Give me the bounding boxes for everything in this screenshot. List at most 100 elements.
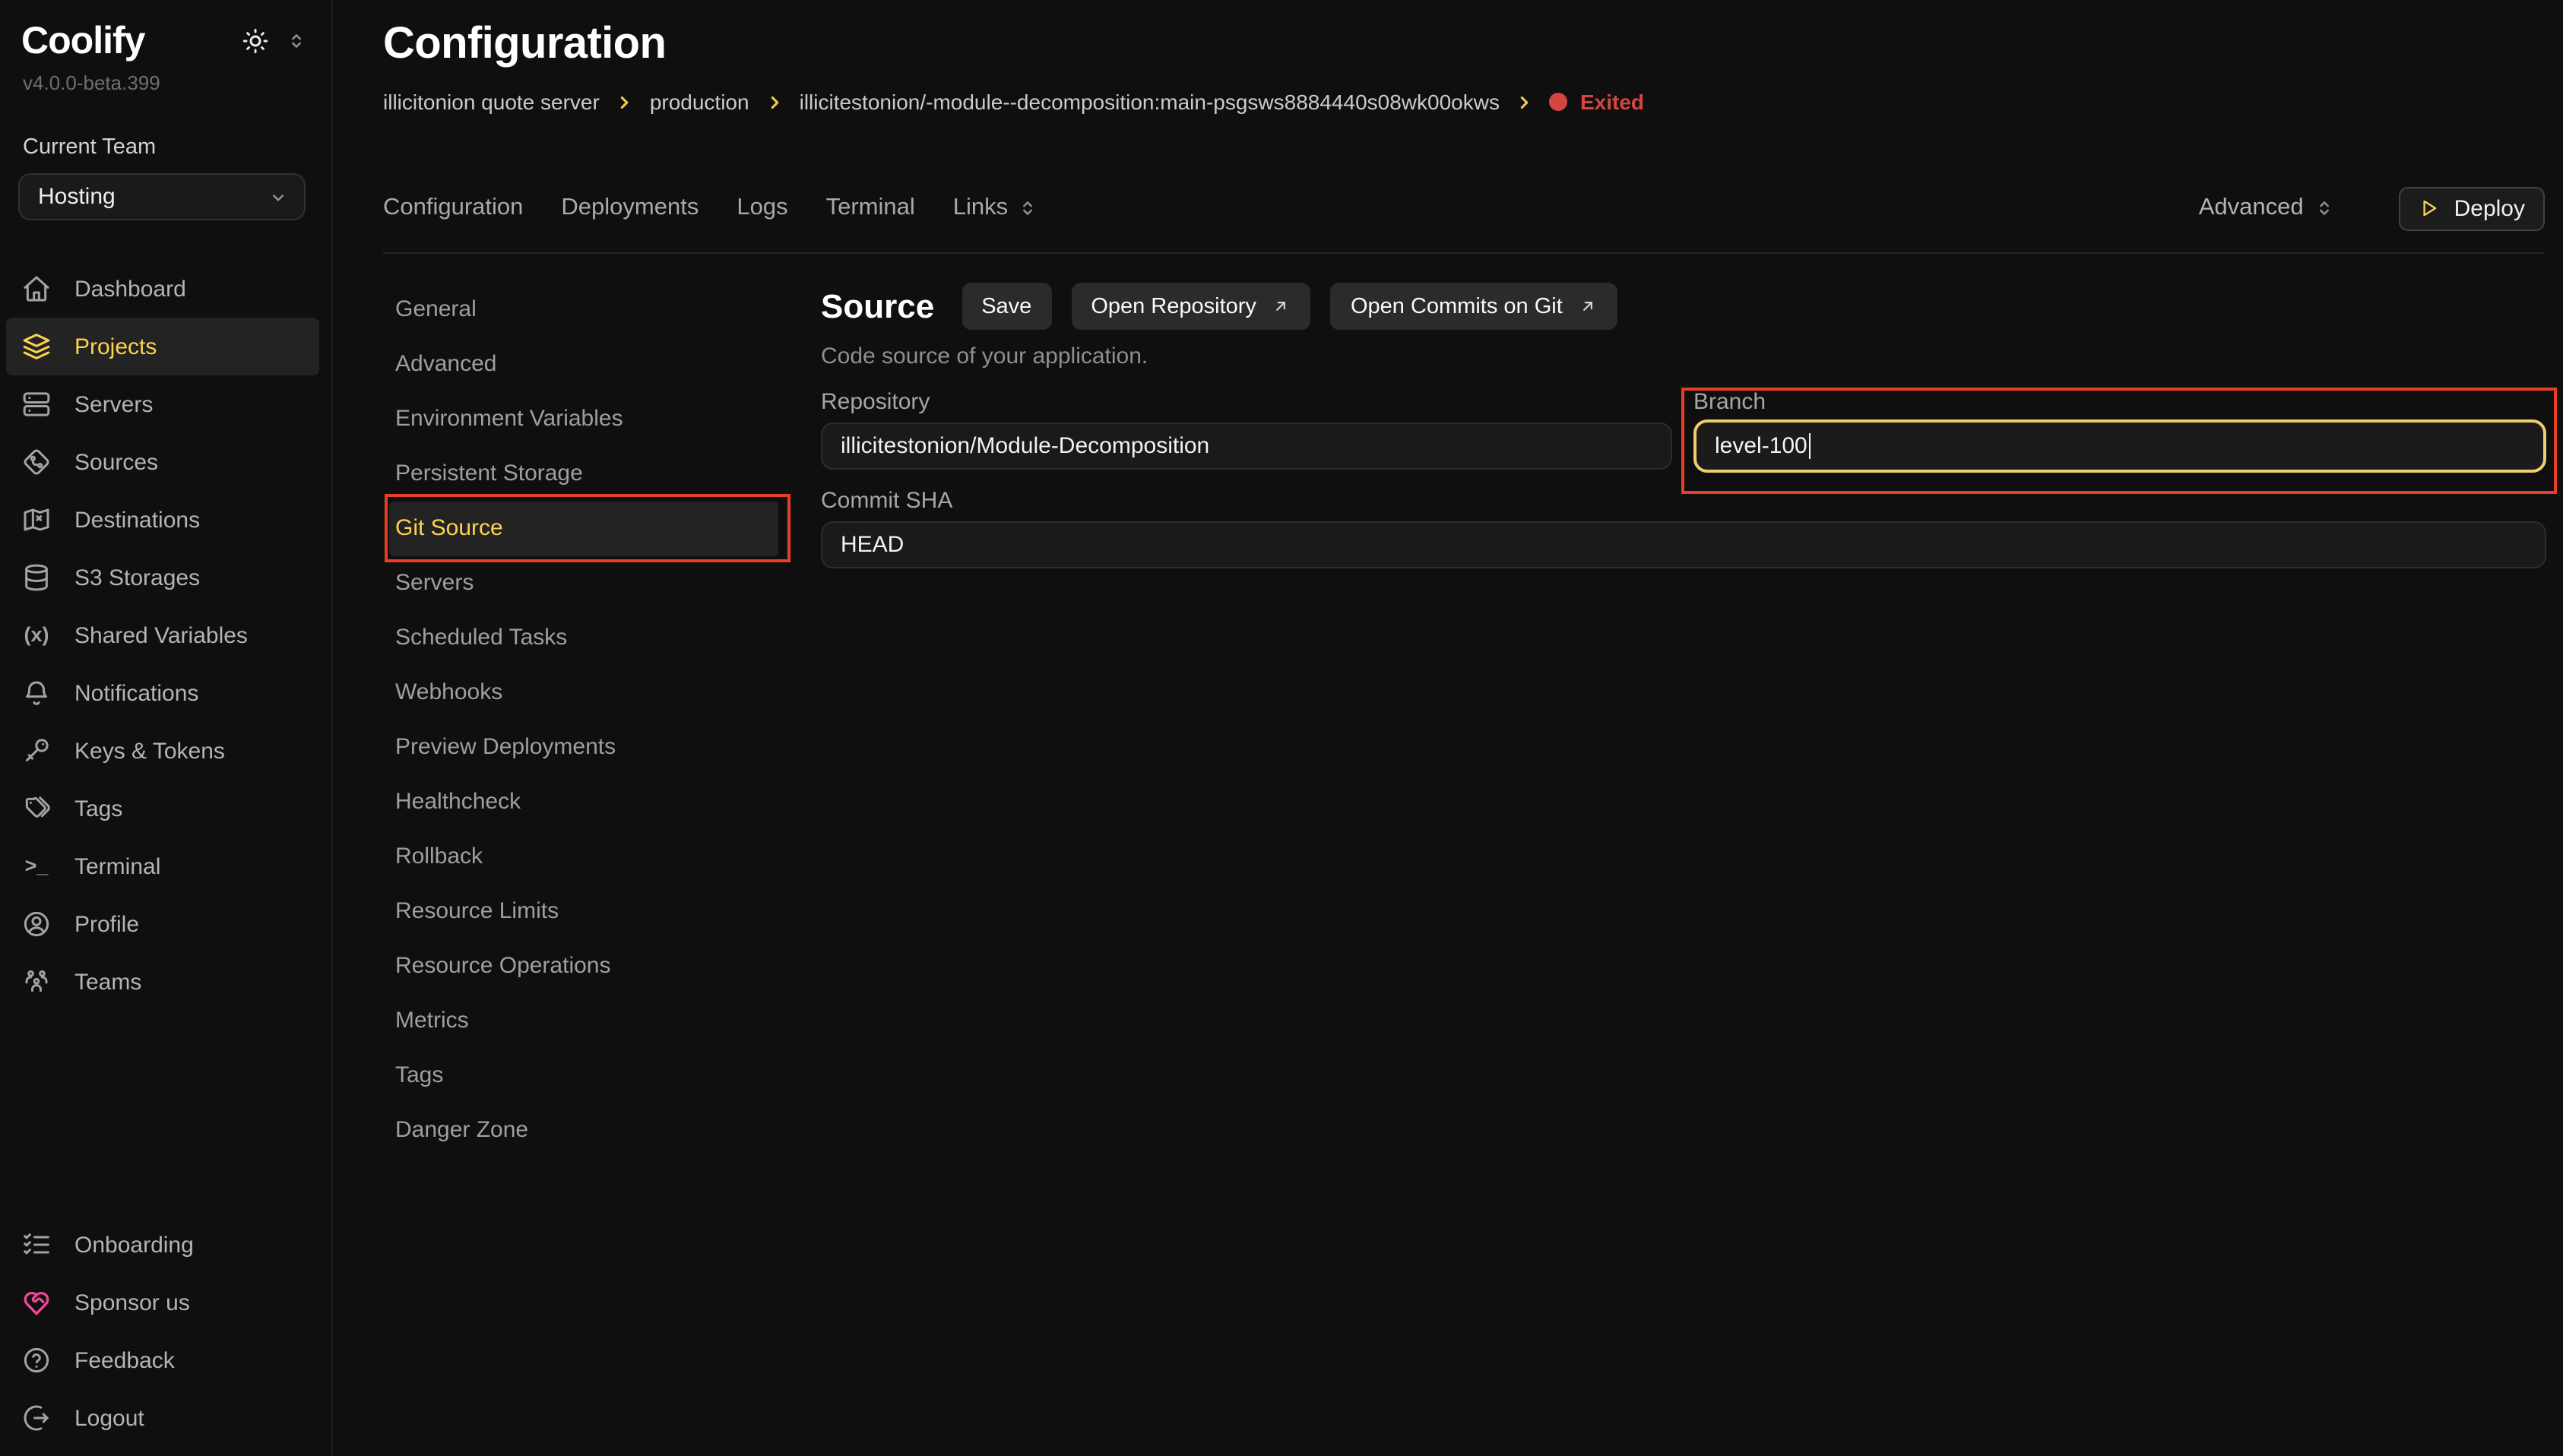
list-checks-icon <box>21 1230 52 1260</box>
git-source-panel: Source Save Open Repository Open Commits… <box>821 283 2546 568</box>
tab-logs[interactable]: Logs <box>737 195 787 222</box>
branch-label: Branch <box>1693 389 2546 415</box>
sidebar-item-feedback[interactable]: Feedback <box>0 1331 331 1389</box>
breadcrumb-application[interactable]: illicitestonion/-module--decomposition:m… <box>800 90 1500 114</box>
advanced-menu[interactable]: Advanced <box>2199 195 2336 222</box>
breadcrumb-project[interactable]: illicitonion quote server <box>383 90 600 114</box>
sidebar-item-notifications[interactable]: Notifications <box>0 664 331 722</box>
subnav-environment-variables[interactable]: Environment Variables <box>383 392 787 447</box>
help-circle-icon <box>21 1345 52 1375</box>
status-label: Exited <box>1580 90 1644 114</box>
sidebar-item-label: Keys & Tokens <box>74 738 225 764</box>
tab-links[interactable]: Links <box>953 195 1038 222</box>
variables-icon: (x) <box>21 625 52 646</box>
sidebar-item-label: Dashboard <box>74 276 186 302</box>
chevron-right-icon <box>765 92 784 112</box>
sidebar-item-label: S3 Storages <box>74 565 200 590</box>
subnav-healthcheck[interactable]: Healthcheck <box>383 775 787 830</box>
subnav-persistent-storage[interactable]: Persistent Storage <box>383 447 787 502</box>
sidebar-footer-nav: Onboarding Sponsor us Feedback Logout <box>0 1216 331 1447</box>
repository-input[interactable] <box>821 423 1672 470</box>
commit-sha-field-group: Commit SHA <box>821 488 2546 568</box>
text-cursor <box>1809 433 1811 459</box>
source-header: Source Save Open Repository Open Commits… <box>821 283 2546 330</box>
subnav-resource-limits[interactable]: Resource Limits <box>383 885 787 939</box>
chevron-right-icon <box>1515 92 1535 112</box>
subnav-scheduled-tasks[interactable]: Scheduled Tasks <box>383 611 787 666</box>
subnav-tags[interactable]: Tags <box>383 1049 787 1103</box>
sidebar-item-logout[interactable]: Logout <box>0 1389 331 1447</box>
sidebar-item-label: Onboarding <box>74 1232 194 1258</box>
tab-configuration[interactable]: Configuration <box>383 195 523 222</box>
branch-field-group: Branch level-100 <box>1693 389 2546 473</box>
sidebar-item-label: Sources <box>74 449 158 475</box>
sidebar-item-destinations[interactable]: Destinations <box>0 491 331 549</box>
theme-toggle-button[interactable] <box>240 26 271 56</box>
breadcrumb-environment[interactable]: production <box>650 90 749 114</box>
play-icon <box>2419 198 2441 219</box>
sidebar-item-sponsor[interactable]: Sponsor us <box>0 1274 331 1331</box>
app-version: v4.0.0-beta.399 <box>0 71 331 94</box>
subnav-metrics[interactable]: Metrics <box>383 994 787 1049</box>
deploy-label: Deploy <box>2454 195 2525 221</box>
external-link-icon <box>1272 296 1291 316</box>
git-source-icon <box>21 447 52 477</box>
sidebar-item-shared-variables[interactable]: (x) Shared Variables <box>0 606 331 664</box>
team-select[interactable]: Hosting <box>18 173 306 220</box>
divider <box>383 252 2545 254</box>
tab-bar: Configuration Deployments Logs Terminal … <box>383 185 2545 231</box>
sidebar-item-onboarding[interactable]: Onboarding <box>0 1216 331 1274</box>
sidebar-item-label: Notifications <box>74 680 198 706</box>
deploy-button[interactable]: Deploy <box>2400 186 2545 230</box>
subnav-servers[interactable]: Servers <box>383 556 787 611</box>
sidebar-item-label: Teams <box>74 969 141 995</box>
subnav-resource-operations[interactable]: Resource Operations <box>383 939 787 994</box>
sidebar-item-keys-tokens[interactable]: Keys & Tokens <box>0 722 331 780</box>
config-subnav: General Advanced Environment Variables P… <box>383 283 787 1158</box>
subnav-webhooks[interactable]: Webhooks <box>383 666 787 720</box>
brand-logo: Coolify <box>21 20 144 62</box>
main-content: Configuration illicitonion quote server … <box>334 0 2563 1456</box>
open-commits-button[interactable]: Open Commits on Git <box>1331 283 1617 330</box>
current-team-label: Current Team <box>0 135 331 160</box>
sidebar-item-tags[interactable]: Tags <box>0 780 331 837</box>
users-icon <box>21 967 52 997</box>
external-link-icon <box>1578 296 1598 316</box>
sidebar-item-teams[interactable]: Teams <box>0 953 331 1011</box>
sidebar-item-terminal[interactable]: >_ Terminal <box>0 837 331 895</box>
advanced-label: Advanced <box>2199 195 2304 222</box>
sidebar-collapse-button[interactable] <box>286 30 307 52</box>
breadcrumb: illicitonion quote server production ill… <box>383 90 1644 114</box>
tab-deployments[interactable]: Deployments <box>561 195 699 222</box>
subnav-git-source[interactable]: Git Source <box>389 502 778 556</box>
key-icon <box>21 736 52 766</box>
status-dot-icon <box>1550 93 1568 111</box>
server-icon <box>21 389 52 419</box>
subnav-rollback[interactable]: Rollback <box>383 830 787 885</box>
open-repository-button[interactable]: Open Repository <box>1071 283 1311 330</box>
commit-sha-input[interactable] <box>821 521 2546 568</box>
sidebar-item-projects[interactable]: Projects <box>6 318 319 375</box>
sidebar-item-profile[interactable]: Profile <box>0 895 331 953</box>
sidebar-item-s3-storages[interactable]: S3 Storages <box>0 549 331 606</box>
sidebar-item-label: Feedback <box>74 1347 175 1373</box>
subnav-advanced[interactable]: Advanced <box>383 337 787 392</box>
subnav-preview-deployments[interactable]: Preview Deployments <box>383 720 787 775</box>
open-commits-label: Open Commits on Git <box>1351 294 1563 318</box>
source-heading: Source <box>821 286 934 326</box>
branch-input[interactable]: level-100 <box>1693 419 2546 473</box>
repository-field-group: Repository <box>821 389 1672 473</box>
home-icon <box>21 274 52 304</box>
sidebar-item-dashboard[interactable]: Dashboard <box>0 260 331 318</box>
subnav-general[interactable]: General <box>383 283 787 337</box>
sidebar: Coolify v4.0.0-beta.399 Current Team Hos… <box>0 0 333 1456</box>
tab-terminal[interactable]: Terminal <box>826 195 915 222</box>
open-repository-label: Open Repository <box>1091 294 1256 318</box>
layers-icon <box>21 331 52 362</box>
subnav-danger-zone[interactable]: Danger Zone <box>383 1103 787 1158</box>
save-button[interactable]: Save <box>962 283 1051 330</box>
sidebar-item-sources[interactable]: Sources <box>0 433 331 491</box>
tags-icon <box>21 793 52 824</box>
sidebar-item-servers[interactable]: Servers <box>0 375 331 433</box>
sidebar-nav: Dashboard Projects Servers Sources Desti… <box>0 260 331 1011</box>
